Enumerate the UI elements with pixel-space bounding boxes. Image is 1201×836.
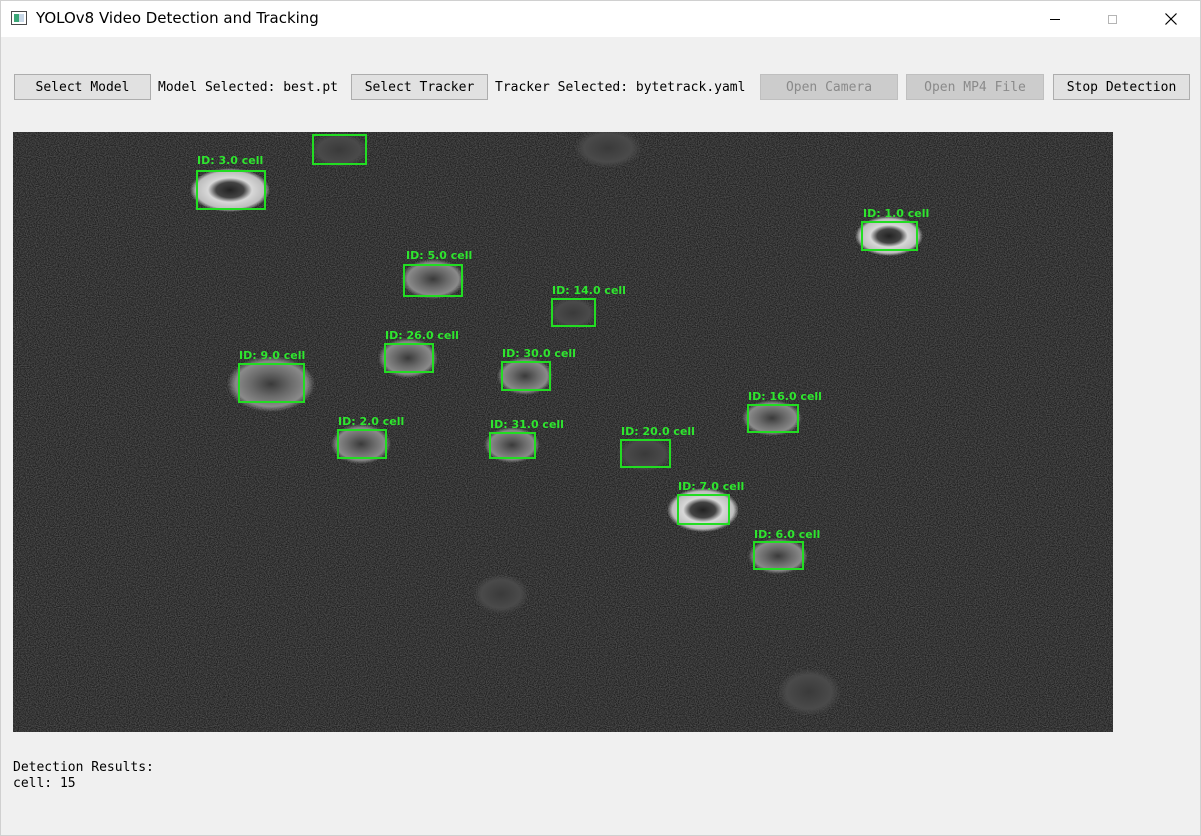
detection-results-heading: Detection Results: <box>13 760 154 775</box>
video-display: ID: 3.0 cell ID: 1.0 cell ID: 5.0 cell I… <box>13 132 1113 732</box>
untracked-cell <box>473 574 529 614</box>
cell-body <box>190 168 270 212</box>
detection-label: ID: 20.0 cell <box>621 425 695 438</box>
maximize-button[interactable] <box>1089 1 1135 37</box>
untracked-cell <box>777 668 841 716</box>
detection-label: ID: 9.0 cell <box>239 349 305 362</box>
stop-detection-button[interactable]: Stop Detection <box>1053 74 1190 100</box>
detection-label: ID: 1.0 cell <box>863 207 929 220</box>
window-title: YOLOv8 Video Detection and Tracking <box>36 9 319 27</box>
cell-body <box>549 297 597 329</box>
select-model-button[interactable]: Select Model <box>14 74 151 100</box>
video-frame: ID: 3.0 cell ID: 1.0 cell ID: 5.0 cell I… <box>13 132 1113 732</box>
detection-label: ID: 3.0 cell <box>197 154 263 167</box>
detection-label: ID: 6.0 cell <box>754 528 820 541</box>
detection-label: ID: 2.0 cell <box>338 415 404 428</box>
minimize-icon <box>1050 18 1060 20</box>
detection-label: ID: 7.0 cell <box>678 480 744 493</box>
detection-label: ID: 16.0 cell <box>748 390 822 403</box>
detection-results-summary: cell: 15 <box>13 776 76 791</box>
open-camera-button[interactable]: Open Camera <box>760 74 898 100</box>
minimize-button[interactable] <box>1032 1 1078 37</box>
cell-body <box>309 132 369 168</box>
detection-label: ID: 31.0 cell <box>490 418 564 431</box>
close-icon <box>1165 13 1177 25</box>
title-bar: YOLOv8 Video Detection and Tracking <box>1 1 1200 37</box>
detection-label: ID: 26.0 cell <box>385 329 459 342</box>
maximize-icon <box>1107 14 1117 24</box>
detection-label: ID: 5.0 cell <box>406 249 472 262</box>
select-tracker-button[interactable]: Select Tracker <box>351 74 488 100</box>
detection-results-panel: Detection Results: cell: 15 <box>13 760 154 792</box>
detection-label: ID: 14.0 cell <box>552 284 626 297</box>
app-icon <box>11 11 27 25</box>
app-window: YOLOv8 Video Detection and Tracking Sele… <box>0 0 1201 836</box>
detection-label: ID: 30.0 cell <box>502 347 576 360</box>
tracker-selected-label: Tracker Selected: bytetrack.yaml <box>495 80 746 95</box>
close-button[interactable] <box>1148 1 1194 37</box>
model-selected-label: Model Selected: best.pt <box>158 80 339 95</box>
open-mp4-file-button[interactable]: Open MP4 File <box>906 74 1044 100</box>
